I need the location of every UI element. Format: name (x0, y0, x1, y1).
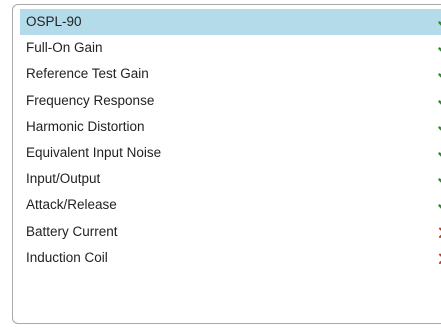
check-icon (436, 88, 441, 114)
list-item-label: Harmonic Distortion (26, 118, 145, 134)
list-item-label: Frequency Response (26, 92, 155, 108)
check-icon (436, 61, 441, 87)
list-item[interactable]: Full-On Gain (20, 35, 441, 61)
check-icon (436, 166, 441, 192)
list-item[interactable]: Reference Test Gain (20, 61, 441, 87)
list-item[interactable]: Equivalent Input Noise (20, 140, 441, 166)
test-list-panel: OSPL-90 Full-On Gain Reference Test Gain… (12, 4, 441, 324)
list-item[interactable]: Frequency Response (20, 88, 441, 114)
list-item[interactable]: OSPL-90 (20, 9, 441, 36)
list-item-label: Input/Output (26, 171, 101, 187)
list-item[interactable]: Attack/Release (20, 192, 441, 218)
list-item-label: Attack/Release (26, 197, 117, 213)
x-icon (436, 219, 441, 245)
x-icon (436, 245, 441, 271)
test-list: OSPL-90 Full-On Gain Reference Test Gain… (20, 9, 441, 271)
list-item-label: Battery Current (26, 223, 118, 239)
list-item[interactable]: Input/Output (20, 166, 441, 192)
list-item[interactable]: Battery Current (20, 219, 441, 245)
check-icon (436, 140, 441, 166)
check-icon (436, 9, 441, 35)
list-item-label: Reference Test Gain (26, 66, 149, 82)
list-item-label: OSPL-90 (26, 14, 82, 29)
list-item-label: Induction Coil (26, 249, 108, 265)
check-icon (436, 192, 441, 218)
list-item-label: Equivalent Input Noise (26, 144, 162, 160)
list-item[interactable]: Induction Coil (20, 245, 441, 271)
list-item[interactable]: Harmonic Distortion (20, 114, 441, 140)
check-icon (436, 35, 441, 61)
list-item-label: Full-On Gain (26, 40, 103, 56)
check-icon (436, 114, 441, 140)
